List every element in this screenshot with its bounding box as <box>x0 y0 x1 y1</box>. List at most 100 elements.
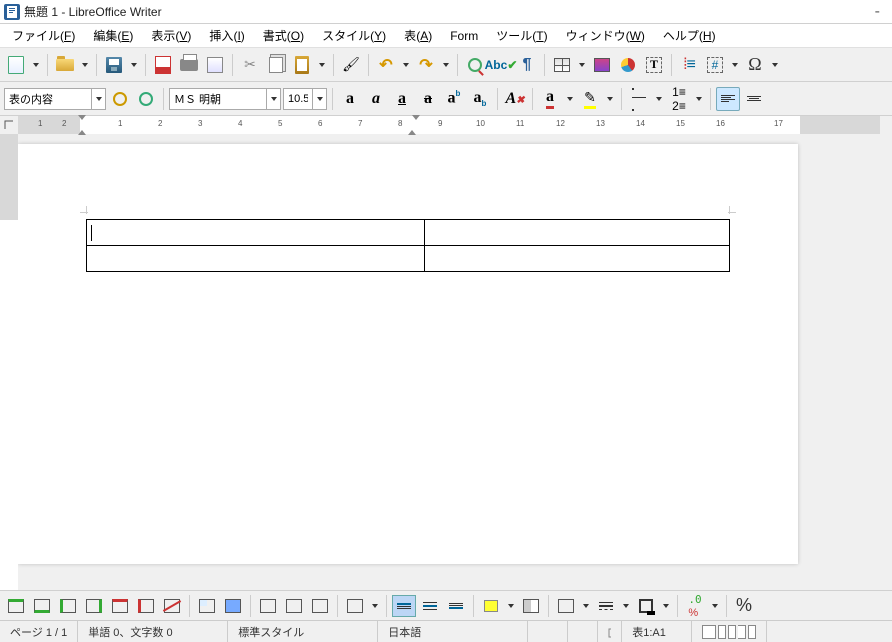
border-style-dropdown[interactable] <box>620 594 632 618</box>
italic-button[interactable]: a <box>364 87 388 111</box>
style-combo[interactable] <box>4 88 106 110</box>
status-lang[interactable]: 日本語 <box>378 621 528 642</box>
underline-button[interactable]: a <box>390 87 414 111</box>
insert-table-button[interactable] <box>550 53 574 77</box>
style-input[interactable] <box>5 89 91 109</box>
select-table-button[interactable] <box>221 595 245 617</box>
insert-symbol-dropdown[interactable] <box>769 53 781 77</box>
align-top-button[interactable] <box>392 595 416 617</box>
borders-dropdown[interactable] <box>580 594 592 618</box>
redo-dropdown[interactable] <box>440 53 452 77</box>
paste-dropdown[interactable] <box>316 53 328 77</box>
insert-field-button[interactable]: # <box>703 53 727 77</box>
page[interactable] <box>18 144 798 564</box>
size-combo[interactable] <box>283 88 327 110</box>
align-center-button[interactable] <box>742 87 766 111</box>
menu-form[interactable]: Form <box>442 27 486 45</box>
update-style-button[interactable] <box>108 87 132 111</box>
highlight-dropdown[interactable] <box>604 87 616 111</box>
font-combo[interactable] <box>169 88 281 110</box>
split-table-button[interactable] <box>308 595 332 617</box>
merge-cells-button[interactable] <box>256 595 280 617</box>
insert-chart-button[interactable] <box>616 53 640 77</box>
font-dropdown[interactable] <box>266 89 280 109</box>
insert-col-left-button[interactable] <box>56 595 80 617</box>
autoformat-button[interactable] <box>519 595 543 617</box>
border-style-button[interactable] <box>594 595 618 617</box>
menu-insert[interactable]: 挿入(I) <box>201 25 252 46</box>
align-left-button[interactable] <box>716 87 740 111</box>
new-button[interactable] <box>4 53 28 77</box>
superscript-button[interactable]: ab <box>442 87 466 111</box>
caption-button[interactable]: % <box>732 595 756 617</box>
view-single-icon[interactable] <box>702 625 716 639</box>
strikethrough-button[interactable]: a <box>416 87 440 111</box>
select-cell-button[interactable] <box>195 595 219 617</box>
table-cell-a2[interactable] <box>87 246 425 272</box>
cell-bg-dropdown[interactable] <box>505 594 517 618</box>
insert-pagebreak-button[interactable]: ⁞≡ <box>677 53 701 77</box>
menu-format[interactable]: 書式(O) <box>255 25 312 46</box>
delete-row-button[interactable] <box>108 595 132 617</box>
insert-table-dropdown[interactable] <box>576 53 588 77</box>
print-preview-button[interactable] <box>203 53 227 77</box>
split-cells-button[interactable] <box>282 595 306 617</box>
menu-edit[interactable]: 編集(E) <box>85 25 141 46</box>
redo-button[interactable]: ↷ <box>414 53 438 77</box>
menu-tools[interactable]: ツール(T) <box>488 25 555 46</box>
open-button[interactable] <box>53 53 77 77</box>
numbering-dropdown[interactable] <box>693 87 705 111</box>
view-book-icon[interactable] <box>738 625 746 639</box>
print-button[interactable] <box>177 53 201 77</box>
cell-bg-button[interactable] <box>479 595 503 617</box>
size-input[interactable] <box>284 89 312 109</box>
status-page[interactable]: ページ 1 / 1 <box>0 621 78 642</box>
bullets-button[interactable] <box>627 87 651 111</box>
font-color-dropdown[interactable] <box>564 87 576 111</box>
menu-styles[interactable]: スタイル(Y) <box>314 25 394 46</box>
table-row[interactable] <box>87 220 730 246</box>
bold-button[interactable]: a <box>338 87 362 111</box>
delete-col-button[interactable] <box>134 595 158 617</box>
size-dropdown[interactable] <box>312 89 326 109</box>
copy-button[interactable] <box>264 53 288 77</box>
paste-button[interactable] <box>290 53 314 77</box>
status-insert[interactable] <box>528 621 568 642</box>
menu-help[interactable]: ヘルプ(H) <box>655 25 724 46</box>
format-paintbrush-button[interactable]: 🖌 <box>339 53 363 77</box>
optimize-dropdown[interactable] <box>369 594 381 618</box>
table-cell-a1[interactable] <box>87 220 425 246</box>
status-words[interactable]: 単語 0、文字数 0 <box>78 621 228 642</box>
table-row[interactable] <box>87 246 730 272</box>
number-format-button[interactable]: .0% <box>683 595 707 617</box>
cut-button[interactable]: ✂ <box>238 53 262 77</box>
style-dropdown[interactable] <box>91 89 105 109</box>
document-table[interactable] <box>86 219 730 272</box>
menu-file[interactable]: ファイル(F) <box>4 25 83 46</box>
insert-image-button[interactable] <box>590 53 614 77</box>
delete-table-button[interactable] <box>160 595 184 617</box>
new-style-button[interactable] <box>134 87 158 111</box>
border-color-dropdown[interactable] <box>660 594 672 618</box>
subscript-button[interactable]: ab <box>468 87 492 111</box>
save-button[interactable] <box>102 53 126 77</box>
font-input[interactable] <box>170 89 266 109</box>
align-bottom-button[interactable] <box>444 595 468 617</box>
numbering-button[interactable]: 1≡2≡ <box>667 87 691 111</box>
optimize-button[interactable] <box>343 595 367 617</box>
horizontal-ruler[interactable]: 1 2 1 2 3 4 5 6 7 8 9 10 11 12 13 14 15 … <box>18 116 880 134</box>
undo-dropdown[interactable] <box>400 53 412 77</box>
open-dropdown[interactable] <box>79 53 91 77</box>
borders-button[interactable] <box>554 595 578 617</box>
document-area[interactable] <box>18 134 892 590</box>
align-middle-button[interactable] <box>418 595 442 617</box>
export-pdf-button[interactable] <box>151 53 175 77</box>
save-dropdown[interactable] <box>128 53 140 77</box>
menu-table[interactable]: 表(A) <box>396 25 440 46</box>
undo-button[interactable]: ↶ <box>374 53 398 77</box>
border-color-button[interactable] <box>634 595 658 617</box>
vertical-ruler[interactable] <box>0 134 18 590</box>
status-style[interactable]: 標準スタイル <box>228 621 378 642</box>
bullets-dropdown[interactable] <box>653 87 665 111</box>
status-cellref[interactable]: 表1:A1 <box>622 621 692 642</box>
